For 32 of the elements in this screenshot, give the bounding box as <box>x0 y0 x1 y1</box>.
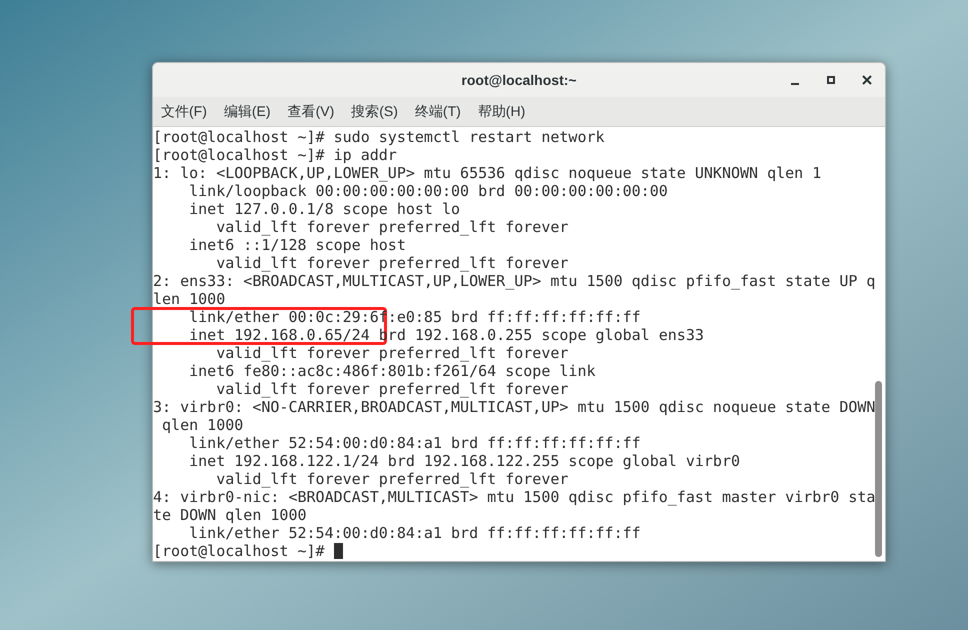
menu-item[interactable]: 帮助(H) <box>478 101 526 122</box>
terminal-line: [root@localhost ~]# ip addr <box>153 146 397 164</box>
menu-item[interactable]: 编辑(E) <box>224 101 271 122</box>
terminal-line: len 1000 <box>153 290 226 308</box>
terminal-line: valid_lft forever preferred_lft forever <box>215 254 568 272</box>
terminal-line: te DOWN qlen 1000 <box>153 506 307 524</box>
window-title: root@localhost:~ <box>461 70 577 90</box>
terminal-line: 1: lo: <LOOPBACK,UP,LOWER_UP> mtu 65536 qdisc noqueue state UNKNOWN qlen 1 <box>153 164 822 182</box>
prompt: [root@localhost ~]# <box>153 542 326 560</box>
terminal-line: inet 192.168.122.1/24 brd 192.168.122.255 scope global virbr0 <box>188 452 740 470</box>
menu-item[interactable]: 终端(T) <box>414 101 461 122</box>
cursor <box>334 543 343 559</box>
terminal-line: [root@localhost ~]# sudo systemctl restart network <box>153 128 605 146</box>
terminal-line: inet6 ::1/128 scope host <box>188 236 406 254</box>
terminal-line: link/loopback 00:00:00:00:00:00 brd 00:00:00:00:00:00 <box>188 182 668 200</box>
terminal-line: link/ether 52:54:00:d0:84:a1 brd ff:ff:ff:ff:ff:ff <box>188 524 641 542</box>
terminal-line: valid_lft forever preferred_lft forever <box>215 470 568 488</box>
terminal-line: link/ether 52:54:00:d0:84:a1 brd ff:ff:ff:ff:ff:ff <box>188 434 641 452</box>
scrollbar-thumb[interactable] <box>875 381 882 557</box>
terminal-line: inet 127.0.0.1/8 scope host lo <box>188 200 460 218</box>
terminal-line: 3: virbr0: <NO-CARRIER,BROADCAST,MULTICAST,UP> mtu 1500 qdisc noqueue state DOWN <box>153 398 876 416</box>
terminal-line: valid_lft forever preferred_lft forever <box>215 380 568 398</box>
terminal-line: valid_lft forever preferred_lft forever <box>215 218 568 236</box>
terminal-line: qlen 1000 <box>161 416 244 434</box>
terminal-line: valid_lft forever preferred_lft forever <box>215 344 568 362</box>
scrollbar[interactable] <box>875 127 885 561</box>
terminal-line: 4: virbr0-nic: <BROADCAST,MULTICAST> mtu 1500 qdisc pfifo_fast master virbr0 sta <box>153 488 876 506</box>
terminal-line: 2: ens33: <BROADCAST,MULTICAST,UP,LOWER_UP> mtu 1500 qdisc pfifo_fast state UP q <box>153 272 876 290</box>
menu-item[interactable]: 查看(V) <box>288 101 334 122</box>
menu-item[interactable]: 文件(F) <box>161 101 207 122</box>
terminal-line: inet6 fe80::ac8c:486f:801b:f261/64 scope link <box>188 362 596 380</box>
menu-item[interactable]: 搜索(S) <box>351 101 398 122</box>
